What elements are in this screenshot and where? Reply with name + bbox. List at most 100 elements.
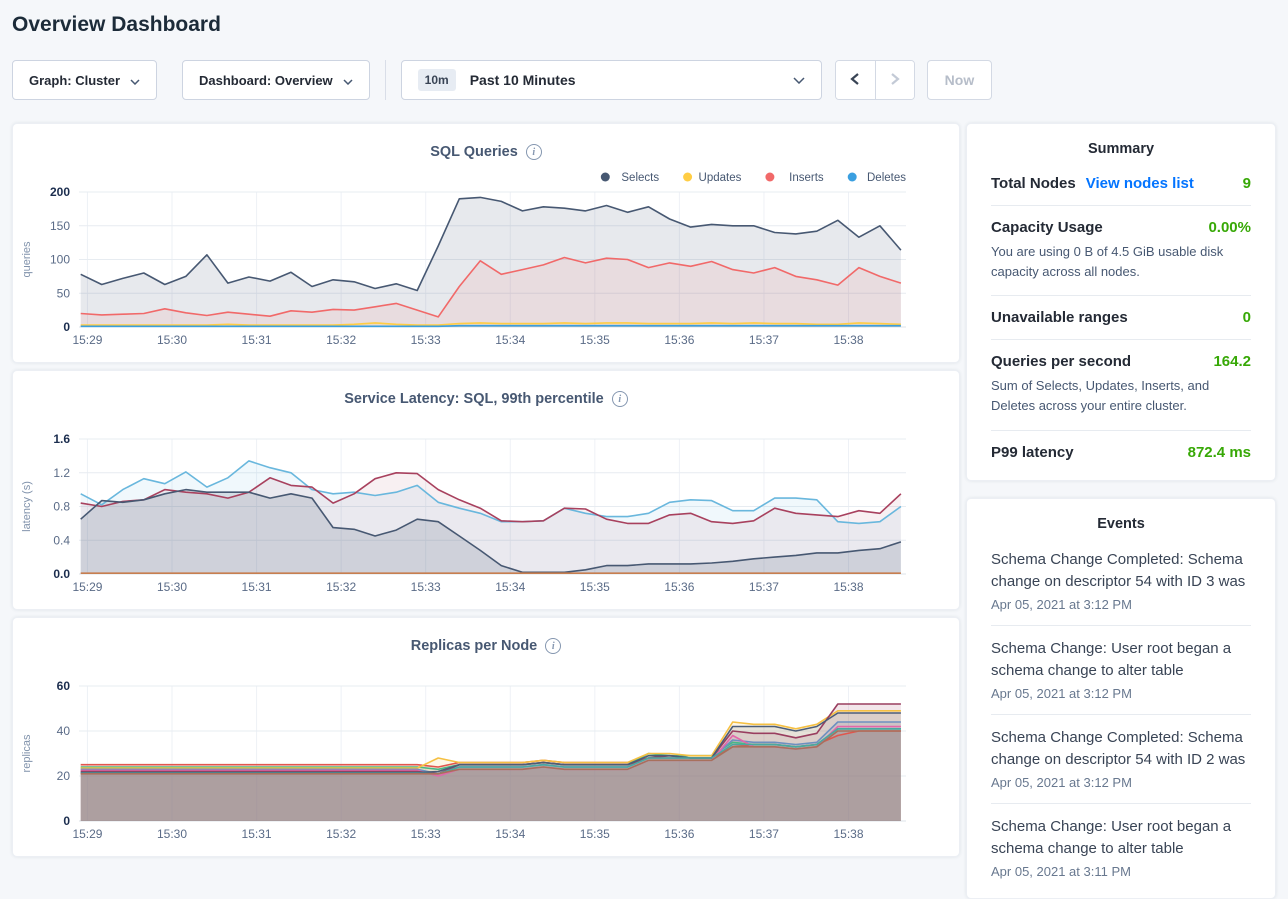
time-range-label: Past 10 Minutes (470, 72, 576, 88)
main-content: SQL Queries i 05010015020015:2915:3015:3… (0, 123, 1288, 899)
controls-divider (385, 60, 386, 100)
x-tick-label: 15:30 (157, 580, 187, 594)
x-tick-label: 15:35 (580, 827, 610, 841)
summary-label: Queries per second (991, 353, 1131, 370)
controls-bar: Graph: Cluster Dashboard: Overview 10m P… (12, 60, 1288, 100)
legend-label: Selects (621, 172, 659, 184)
view-nodes-link[interactable]: View nodes list (1086, 175, 1194, 192)
summary-row-total-nodes: Total Nodes View nodes list 9 (991, 162, 1251, 205)
replicas-per-node-title: Replicas per Node (411, 638, 538, 654)
series-line-Deletes (81, 326, 901, 327)
summary-label: Total Nodes (991, 175, 1076, 192)
prev-time-button[interactable] (836, 61, 875, 99)
x-tick-label: 15:31 (242, 827, 272, 841)
x-tick-label: 15:36 (664, 827, 694, 841)
service-latency-chart[interactable]: 0.00.40.81.21.615:2915:3015:3115:3215:33… (13, 411, 959, 611)
time-step-buttons (835, 60, 915, 100)
info-icon[interactable]: i (612, 391, 628, 407)
y-axis-label: replicas (21, 734, 33, 772)
info-icon[interactable]: i (526, 144, 542, 160)
event-item: Schema Change: User root began a schema … (991, 804, 1251, 892)
service-latency-title: Service Latency: SQL, 99th percentile (344, 391, 604, 407)
summary-value: 164.2 (1213, 353, 1251, 370)
charts-column: SQL Queries i 05010015020015:2915:3015:3… (12, 123, 960, 864)
summary-label: P99 latency (991, 444, 1074, 461)
chart-svg: 0.00.40.81.21.615:2915:3015:3115:3215:33… (13, 411, 959, 611)
x-tick-label: 15:37 (749, 333, 779, 347)
x-tick-label: 15:32 (326, 580, 356, 594)
x-tick-label: 15:38 (833, 827, 863, 841)
event-timestamp: Apr 05, 2021 at 3:12 PM (991, 686, 1251, 701)
events-list: Schema Change Completed: Schema change o… (991, 537, 1251, 892)
y-tick-label: 50 (57, 286, 71, 300)
summary-desc: You are using 0 B of 4.5 GiB usable disk… (991, 242, 1251, 282)
y-tick-label: 60 (57, 679, 71, 693)
info-icon[interactable]: i (545, 638, 561, 654)
chevron-right-icon (889, 72, 901, 89)
next-time-button[interactable] (875, 61, 914, 99)
events-title: Events (991, 499, 1251, 537)
summary-panel: Summary Total NodesView nodes list9Capac… (966, 123, 1276, 481)
time-range-selector[interactable]: 10m Past 10 Minutes (401, 60, 822, 100)
event-timestamp: Apr 05, 2021 at 3:12 PM (991, 775, 1251, 790)
x-tick-label: 15:33 (411, 827, 441, 841)
sql-queries-title: SQL Queries (430, 144, 518, 160)
event-item: Schema Change Completed: Schema change o… (991, 537, 1251, 625)
y-tick-label: 0.0 (53, 567, 70, 581)
time-range-badge: 10m (418, 69, 456, 91)
legend-swatch (765, 173, 774, 182)
y-axis-label: latency (s) (21, 481, 33, 532)
chevron-down-icon (793, 71, 805, 89)
summary-row-capacity-usage: Capacity Usage0.00%You are using 0 B of … (991, 206, 1251, 295)
legend-swatch (683, 173, 692, 182)
summary-rows: Total Nodes View nodes list 9 Capacity Usag… (991, 162, 1251, 474)
y-tick-label: 0.4 (53, 533, 70, 547)
summary-label: Capacity Usage (991, 219, 1103, 236)
chart-svg: 05010015020015:2915:3015:3115:3215:3315:… (13, 164, 959, 364)
x-tick-label: 15:31 (242, 333, 272, 347)
sidebar: Summary Total NodesView nodes list9Capac… (966, 123, 1276, 899)
x-tick-label: 15:36 (664, 333, 694, 347)
page-title: Overview Dashboard (12, 13, 1288, 37)
x-tick-label: 15:34 (495, 827, 525, 841)
event-timestamp: Apr 05, 2021 at 3:12 PM (991, 597, 1251, 612)
chevron-down-icon (130, 73, 140, 88)
page-header: Overview Dashboard (0, 0, 1288, 37)
y-tick-label: 200 (50, 185, 70, 199)
x-tick-label: 15:32 (326, 333, 356, 347)
sql-queries-chart[interactable]: 05010015020015:2915:3015:3115:3215:3315:… (13, 164, 959, 364)
x-tick-label: 15:33 (411, 333, 441, 347)
x-tick-label: 15:29 (72, 580, 102, 594)
legend-label: Inserts (789, 172, 824, 184)
summary-row-unavailable-ranges: Unavailable ranges 0 (991, 296, 1251, 339)
x-tick-label: 15:31 (242, 580, 272, 594)
x-tick-label: 15:30 (157, 333, 187, 347)
event-text: Schema Change Completed: Schema change o… (991, 549, 1251, 594)
summary-value: 9 (1243, 175, 1251, 192)
x-tick-label: 15:35 (580, 333, 610, 347)
x-tick-label: 15:37 (749, 827, 779, 841)
event-text: Schema Change: User root began a schema … (991, 816, 1251, 861)
y-tick-label: 150 (50, 219, 70, 233)
summary-row-p99-latency: P99 latency872.4 ms (991, 431, 1251, 474)
graph-dropdown-label: Graph: Cluster (29, 73, 120, 88)
graph-dropdown[interactable]: Graph: Cluster (12, 60, 157, 100)
sql-queries-panel: SQL Queries i 05010015020015:2915:3015:3… (12, 123, 960, 363)
events-panel: Events Schema Change Completed: Schema c… (966, 498, 1276, 899)
summary-row-queries-per-second: Queries per second164.2Sum of Selects, U… (991, 340, 1251, 429)
summary-label: Unavailable ranges (991, 309, 1128, 326)
legend-swatch (601, 173, 610, 182)
x-tick-label: 15:35 (580, 580, 610, 594)
x-tick-label: 15:38 (833, 580, 863, 594)
x-tick-label: 15:29 (72, 333, 102, 347)
dashboard-dropdown[interactable]: Dashboard: Overview (182, 60, 370, 100)
replicas-per-node-chart[interactable]: 020406015:2915:3015:3115:3215:3315:3415:… (13, 658, 959, 858)
summary-value: 0 (1243, 309, 1251, 326)
x-tick-label: 15:29 (72, 827, 102, 841)
chevron-down-icon (343, 73, 353, 88)
y-tick-label: 1.2 (53, 466, 70, 480)
y-tick-label: 0 (63, 320, 70, 334)
chevron-left-icon (849, 72, 861, 89)
dashboard-dropdown-label: Dashboard: Overview (199, 73, 333, 88)
now-button[interactable]: Now (927, 60, 993, 100)
